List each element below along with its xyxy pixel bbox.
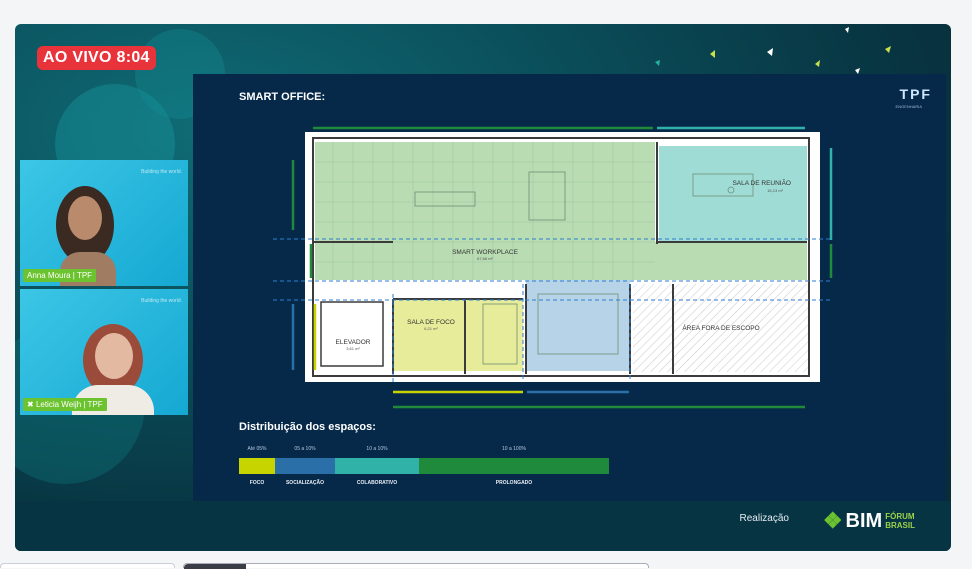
bottom-tab-1[interactable] [0, 563, 175, 568]
zone-focus [393, 299, 523, 371]
segment-label: SOCIALIZAÇÃO [285, 480, 325, 486]
zone-meeting-room [659, 146, 807, 242]
participant-name-tag: Anna Moura | TPF [23, 269, 97, 282]
label-sala-foco: SALA DE FOCO [407, 319, 455, 326]
participant-video-2[interactable]: Building the world. ✖ Leticia Weijh | TP… [20, 289, 188, 415]
participant-video-1[interactable]: Building the world. Anna Moura | TPF [20, 160, 188, 286]
participant-face [68, 196, 102, 240]
bim-logo-text: BIM [845, 509, 883, 532]
segment-prolongado [419, 458, 609, 474]
watermark-text: Building the world. [141, 298, 182, 304]
bottom-tab-bar [0, 560, 972, 569]
floorplan: SALA DE REUNIÃO 15,13 m² SMART WORKPLACE… [273, 126, 833, 409]
segment-label: PROLONGADO [495, 480, 533, 486]
distribution-title: Distribuição dos espaços: [239, 421, 376, 433]
elevator-box [320, 301, 384, 367]
segment-socializacao [275, 458, 335, 474]
bim-logo-brasil: BRASIL [885, 521, 915, 530]
stream-frame: AO VIVO 8:04 Building the world. Anna Mo… [15, 24, 951, 551]
segment-range: 10 a 10% [366, 446, 388, 452]
segment-colaborativo [335, 458, 419, 474]
area-smart-workplace: 67,66 m² [477, 256, 493, 261]
bottom-tab-2[interactable] [183, 563, 649, 569]
participant-name: Leticia Weijh | TPF [35, 400, 103, 409]
area-sala-reuniao: 15,13 m² [767, 188, 783, 193]
label-elevador: ELEVADOR [336, 339, 371, 346]
mic-muted-icon: ✖ [27, 400, 36, 409]
footer-band [15, 501, 951, 551]
area-elevador: 3,61 m² [346, 346, 360, 351]
label-smart-workplace: SMART WORKPLACE [452, 249, 519, 256]
segment-range: Até 05% [247, 446, 267, 452]
zone-smart-workplace-ext [655, 242, 807, 280]
confetti-decoration [655, 27, 891, 74]
presentation-slide: SMART OFFICE: TPF ENGENHARIA SALA DE REU… [193, 74, 946, 501]
participant-face [95, 333, 133, 379]
realizacao-label: Realização [739, 513, 789, 524]
segment-range: 10 a 100% [502, 446, 526, 452]
bottom-tab-2-dark-section [184, 564, 246, 569]
bim-logo-forum: FÓRUM [885, 512, 915, 521]
bim-forum-brasil-logo: ❖ BIM FÓRUM BRASIL [823, 508, 915, 534]
segment-range: 05 a 10% [294, 446, 316, 452]
segment-foco [239, 458, 275, 474]
area-sala-foco: 6,21 m² [424, 326, 438, 331]
label-area-fora-escopo: ÁREA FORA DE ESCOPO [682, 323, 759, 332]
segment-label: COLABORATIVO [356, 480, 398, 486]
watermark-text: Building the world. [141, 169, 182, 175]
label-sala-reuniao: SALA DE REUNIÃO [732, 178, 791, 187]
participant-name-tag: ✖ Leticia Weijh | TPF [23, 398, 107, 411]
brazil-map-icon: ❖ [822, 508, 843, 533]
segment-label: FOCO [249, 480, 265, 486]
